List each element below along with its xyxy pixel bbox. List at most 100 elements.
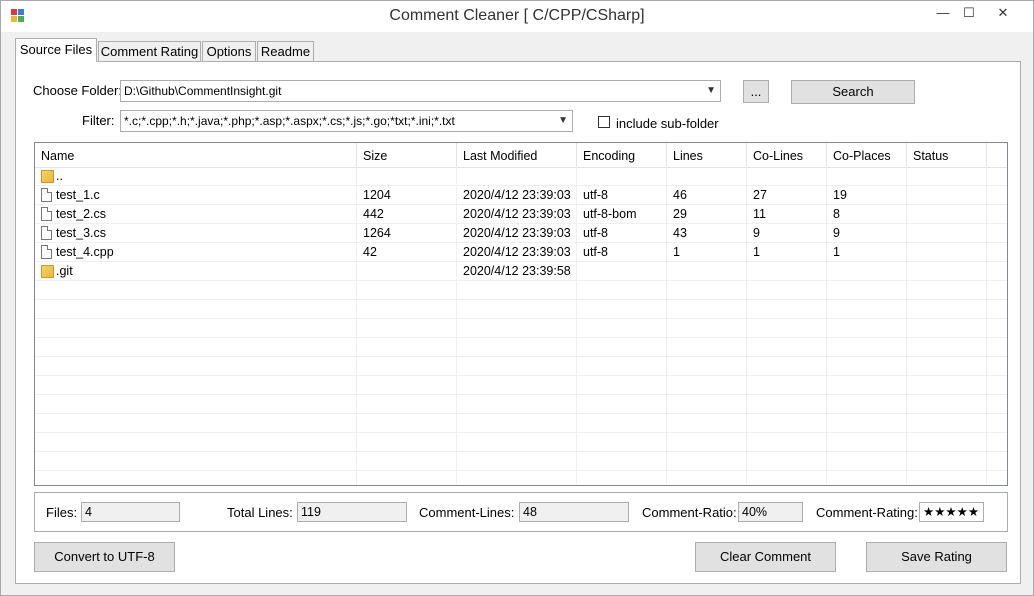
close-button[interactable]: ✕ <box>983 3 1023 25</box>
column-header-co-places[interactable]: Co-Places <box>827 143 907 167</box>
table-row[interactable]: test_3.cs 1264 2020/4/12 23:39:03 utf-8 … <box>35 224 1007 243</box>
table-row[interactable]: test_1.c 1204 2020/4/12 23:39:03 utf-8 4… <box>35 186 1007 205</box>
row-co-places <box>827 262 907 281</box>
empty-cell <box>667 357 747 376</box>
row-status <box>907 167 987 186</box>
comment-rating-field[interactable]: ★★★★★ <box>919 502 984 522</box>
empty-cell <box>577 471 667 485</box>
comment-ratio-field[interactable]: 40% <box>738 502 803 522</box>
empty-cell <box>457 281 577 300</box>
row-encoding: utf-8-bom <box>577 205 667 224</box>
empty-cell <box>907 357 987 376</box>
subfolder-checkbox[interactable] <box>598 116 610 128</box>
empty-cell <box>747 319 827 338</box>
tab-options[interactable]: Options <box>202 41 256 61</box>
chevron-down-icon[interactable]: ▼ <box>558 111 568 131</box>
row-size <box>357 262 457 281</box>
empty-cell <box>35 433 357 452</box>
empty-cell <box>35 300 357 319</box>
empty-row <box>35 300 1007 319</box>
column-header-size[interactable]: Size <box>357 143 457 167</box>
tab-readme[interactable]: Readme <box>257 41 314 61</box>
filter-combo[interactable]: *.c;*.cpp;*.h;*.java;*.php;*.asp;*.aspx;… <box>120 110 573 132</box>
empty-cell <box>35 338 357 357</box>
clear-comment-button[interactable]: Clear Comment <box>695 542 836 572</box>
empty-cell <box>907 319 987 338</box>
row-co-places: 19 <box>827 186 907 205</box>
file-list[interactable]: Name Size Last Modified Encoding Lines C… <box>34 142 1008 486</box>
row-modified <box>457 167 577 186</box>
subfolder-label: include sub-folder <box>616 116 719 131</box>
empty-cell <box>577 414 667 433</box>
empty-cell <box>747 338 827 357</box>
row-co-lines <box>747 262 827 281</box>
files-count-field[interactable]: 4 <box>81 502 180 522</box>
empty-cell <box>457 357 577 376</box>
empty-row <box>35 395 1007 414</box>
empty-cell <box>577 281 667 300</box>
row-name: test_4.cpp <box>56 245 114 259</box>
table-row[interactable]: .git 2020/4/12 23:39:58 <box>35 262 1007 281</box>
empty-cell <box>457 471 577 485</box>
empty-cell <box>357 395 457 414</box>
row-name: test_1.c <box>56 188 100 202</box>
tab-source-files[interactable]: Source Files <box>15 38 97 62</box>
empty-cell <box>577 338 667 357</box>
row-co-lines <box>747 167 827 186</box>
file-icon <box>41 207 52 221</box>
empty-cell <box>457 338 577 357</box>
table-row[interactable]: test_2.cs 442 2020/4/12 23:39:03 utf-8-b… <box>35 205 1007 224</box>
comment-lines-field[interactable]: 48 <box>519 502 629 522</box>
row-size: 1204 <box>357 186 457 205</box>
empty-cell <box>357 471 457 485</box>
empty-cell <box>907 395 987 414</box>
empty-cell <box>667 414 747 433</box>
empty-row <box>35 376 1007 395</box>
empty-cell <box>667 300 747 319</box>
row-modified: 2020/4/12 23:39:03 <box>457 243 577 262</box>
browse-button[interactable]: ... <box>743 80 769 103</box>
empty-cell <box>667 319 747 338</box>
empty-cell <box>667 376 747 395</box>
column-header-lines[interactable]: Lines <box>667 143 747 167</box>
total-lines-field[interactable]: 119 <box>297 502 407 522</box>
column-header-name[interactable]: Name <box>35 143 357 167</box>
chevron-down-icon[interactable]: ▼ <box>706 81 716 101</box>
comment-rating-label: Comment-Rating: <box>816 505 918 520</box>
row-co-places: 1 <box>827 243 907 262</box>
empty-cell <box>35 319 357 338</box>
empty-cell <box>35 452 357 471</box>
table-row[interactable]: .. <box>35 167 1007 186</box>
row-size <box>357 167 457 186</box>
row-lines: 1 <box>667 243 747 262</box>
row-co-lines: 9 <box>747 224 827 243</box>
empty-row <box>35 338 1007 357</box>
row-lines <box>667 262 747 281</box>
file-icon <box>41 226 52 240</box>
empty-cell <box>357 414 457 433</box>
convert-utf8-button[interactable]: Convert to UTF-8 <box>34 542 175 572</box>
maximize-button[interactable]: ☐ <box>954 3 984 25</box>
row-lines: 46 <box>667 186 747 205</box>
empty-cell <box>357 338 457 357</box>
column-header-status[interactable]: Status <box>907 143 987 167</box>
empty-cell <box>457 433 577 452</box>
empty-cell <box>35 471 357 485</box>
empty-cell <box>35 357 357 376</box>
empty-cell <box>747 433 827 452</box>
folder-combo[interactable]: D:\Github\CommentInsight.git ▼ <box>120 80 721 102</box>
empty-cell <box>457 395 577 414</box>
empty-cell <box>907 452 987 471</box>
search-button[interactable]: Search <box>791 80 915 104</box>
column-header-co-lines[interactable]: Co-Lines <box>747 143 827 167</box>
column-header-last-modified[interactable]: Last Modified <box>457 143 577 167</box>
column-header-encoding[interactable]: Encoding <box>577 143 667 167</box>
empty-row <box>35 319 1007 338</box>
table-row[interactable]: test_4.cpp 42 2020/4/12 23:39:03 utf-8 1… <box>35 243 1007 262</box>
row-status <box>907 186 987 205</box>
save-rating-button[interactable]: Save Rating <box>866 542 1007 572</box>
empty-cell <box>907 376 987 395</box>
main-window: Comment Cleaner [ C/CPP/CSharp] — ☐ ✕ So… <box>0 0 1034 596</box>
empty-row <box>35 433 1007 452</box>
tab-comment-rating[interactable]: Comment Rating <box>98 41 201 61</box>
